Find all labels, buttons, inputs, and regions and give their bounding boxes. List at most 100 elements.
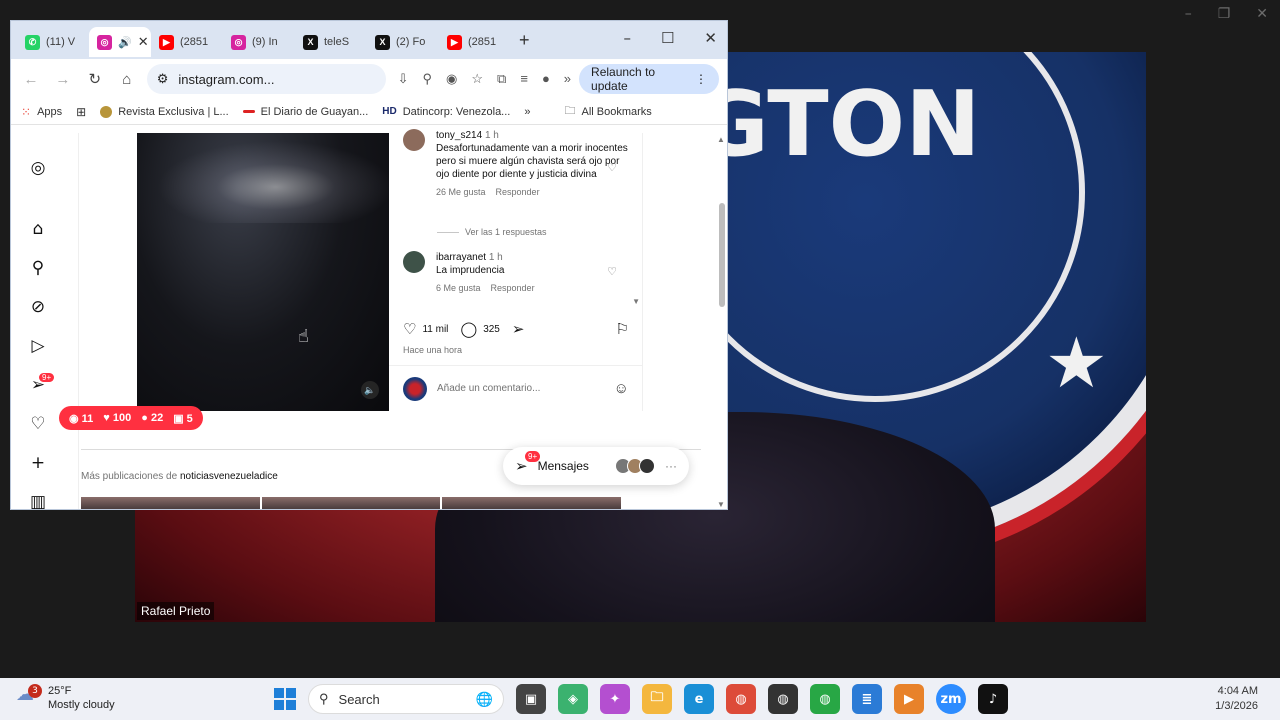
restore-icon[interactable]: ❐ xyxy=(1218,6,1231,22)
maximize-icon[interactable]: ☐ xyxy=(661,29,674,47)
zoom-icon[interactable]: ⚲ xyxy=(423,71,433,87)
home-icon[interactable]: ⌂ xyxy=(115,71,139,88)
scroll-down-arrow-icon[interactable]: ▼ xyxy=(717,500,725,509)
zoom-app-icon[interactable]: zm xyxy=(936,684,966,714)
bookmark-grid[interactable]: ⊞ xyxy=(76,105,86,119)
comment-username[interactable]: tony_s214 xyxy=(436,130,482,141)
like-heart-icon[interactable]: ♡ xyxy=(607,265,617,278)
bookmark-star-icon[interactable]: ☆ xyxy=(471,71,483,87)
avatar[interactable] xyxy=(403,251,425,273)
close-icon[interactable]: ✕ xyxy=(1256,6,1268,22)
speaker-icon[interactable]: 🔊 xyxy=(118,36,132,49)
chevron-double-icon[interactable]: » xyxy=(564,71,571,87)
chrome-icon[interactable]: ◍ xyxy=(726,684,756,714)
like-heart-icon[interactable]: ♡ xyxy=(403,320,416,338)
comment-bubble-icon[interactable]: ◯ xyxy=(460,320,477,338)
more-bookmarks-chevron-icon[interactable]: » xyxy=(524,106,530,118)
chrome-alt-icon[interactable]: ◍ xyxy=(810,684,840,714)
scroll-up-arrow-icon[interactable]: ▲ xyxy=(717,135,725,144)
site-info-icon[interactable]: ⚙ xyxy=(157,71,169,87)
tab-instagram-active[interactable]: ◎ 🔊 ✕ xyxy=(89,27,151,57)
chrome-profile-icon[interactable]: ◍ xyxy=(768,684,798,714)
messages-pill[interactable]: ➢ 9+ Mensajes ··· xyxy=(503,447,689,485)
tab-whatsapp[interactable]: ✆ (11) V xyxy=(17,27,89,57)
tracking-eye-icon[interactable]: ◉ xyxy=(446,71,457,87)
close-icon[interactable]: ✕ xyxy=(704,29,717,47)
bookmark-diario[interactable]: El Diario de Guayan... xyxy=(242,106,368,118)
edge-icon[interactable]: e xyxy=(684,684,714,714)
media-player-icon[interactable]: ▶ xyxy=(894,684,924,714)
reload-icon[interactable]: ↻ xyxy=(83,70,107,88)
close-tab-icon[interactable]: ✕ xyxy=(138,34,149,50)
share-send-icon[interactable]: ➢ xyxy=(512,320,525,338)
relaunch-label: Relaunch to update xyxy=(591,65,656,93)
profile-avatar[interactable]: ● xyxy=(542,71,550,87)
task-view-icon[interactable]: ▣ xyxy=(516,684,546,714)
minimize-icon[interactable]: – xyxy=(1185,6,1192,22)
clock-date: 1/3/2026 xyxy=(1215,700,1258,712)
instagram-logo-icon[interactable]: ◎ xyxy=(27,157,49,179)
bookmark-datincorp[interactable]: HD Datincorp: Venezola... xyxy=(382,106,510,118)
extensions-icon[interactable]: ⧉ xyxy=(497,71,506,87)
comment-input[interactable]: Añade un comentario... xyxy=(437,383,540,394)
comment-likes[interactable]: 6 Me gusta xyxy=(436,283,481,293)
file-explorer-icon[interactable]: 🗀 xyxy=(642,684,672,714)
address-bar[interactable]: ⚙ instagram.com... xyxy=(146,64,386,94)
post-video[interactable]: 🔈 xyxy=(137,133,389,411)
search-icon[interactable]: ⚲ xyxy=(27,257,49,279)
emoji-icon[interactable]: ☺ xyxy=(614,380,629,397)
create-plus-icon[interactable]: + xyxy=(27,452,49,474)
post-thumbnail[interactable] xyxy=(442,497,622,509)
weather-widget[interactable]: ☁ 3 25°F Mostly cloudy xyxy=(16,684,115,712)
reply-link[interactable]: Responder xyxy=(496,187,540,197)
x-icon: X xyxy=(375,34,390,50)
minimize-icon[interactable]: – xyxy=(623,29,631,47)
activity-notification-pill[interactable]: ◉ 11 ♥ 100 ● 22 ▣ 5 xyxy=(59,406,203,430)
tiktok-icon[interactable]: ♪ xyxy=(978,684,1008,714)
view-replies-link[interactable]: Ver las 1 respuestas xyxy=(437,227,547,237)
post-thumbnail[interactable] xyxy=(261,497,441,509)
page-scrollbar[interactable]: ▲ ▼ xyxy=(717,133,727,509)
scrollbar-thumb[interactable] xyxy=(719,203,725,307)
dashboard-icon[interactable]: ▥ xyxy=(27,491,49,509)
tab-youtube-2[interactable]: ▶ (2851 xyxy=(439,27,511,57)
copilot-app-icon[interactable]: ◈ xyxy=(558,684,588,714)
post-thumbnail[interactable] xyxy=(81,497,260,509)
explore-compass-icon[interactable]: ⊘ xyxy=(27,296,49,318)
kebab-menu-icon[interactable]: ⋮ xyxy=(695,72,707,86)
save-bookmark-icon[interactable]: ⚐ xyxy=(616,320,629,338)
notifications-heart-icon[interactable]: ♡ xyxy=(27,413,49,435)
taskbar-search[interactable]: ⚲ Search 🌐 xyxy=(308,684,504,714)
new-tab-button[interactable]: + xyxy=(519,30,530,51)
relaunch-button[interactable]: Relaunch to update ⋮ xyxy=(579,64,720,94)
comment-likes[interactable]: 26 Me gusta xyxy=(436,187,486,197)
scroll-down-arrow-icon[interactable]: ▼ xyxy=(632,297,640,306)
windows-start-icon[interactable] xyxy=(274,688,296,710)
notepad-icon[interactable]: ≣ xyxy=(852,684,882,714)
clock-time: 4:04 AM xyxy=(1217,685,1258,697)
tab-youtube[interactable]: ▶ (2851 xyxy=(151,27,223,57)
reels-icon[interactable]: ▷ xyxy=(27,335,49,357)
reply-link[interactable]: Responder xyxy=(491,283,535,293)
account-link[interactable]: noticiasvenezueladice xyxy=(180,471,278,482)
likes-count: 11 mil xyxy=(422,323,449,335)
comment-username[interactable]: ibarrayanet xyxy=(436,252,486,263)
tab-instagram[interactable]: ◎ (9) In xyxy=(223,27,295,57)
revista-favicon xyxy=(100,105,113,118)
system-clock[interactable]: 4:04 AM 1/3/2026 xyxy=(1215,684,1258,714)
bookmark-apps[interactable]: ⁙ Apps xyxy=(21,105,62,119)
avatar[interactable] xyxy=(403,129,425,151)
forward-arrow-icon[interactable]: → xyxy=(51,71,75,88)
install-app-icon[interactable]: ⇩ xyxy=(398,71,409,87)
tab-x-telesur[interactable]: X teleS xyxy=(295,27,367,57)
home-icon[interactable]: ⌂ xyxy=(27,218,49,240)
like-heart-icon[interactable]: ♡ xyxy=(607,161,617,174)
back-arrow-icon[interactable]: ← xyxy=(19,71,43,88)
tab-x[interactable]: X (2) Fo xyxy=(367,27,439,57)
all-bookmarks[interactable]: 🗀 All Bookmarks xyxy=(564,102,651,121)
media-control-icon[interactable]: ≡ xyxy=(520,71,528,87)
bookmark-revista[interactable]: Revista Exclusiva | L... xyxy=(100,105,229,118)
mute-toggle-icon[interactable]: 🔈 xyxy=(361,381,379,399)
copilot-icon[interactable]: ✦ xyxy=(600,684,630,714)
folder-icon: 🗀 xyxy=(564,105,576,117)
